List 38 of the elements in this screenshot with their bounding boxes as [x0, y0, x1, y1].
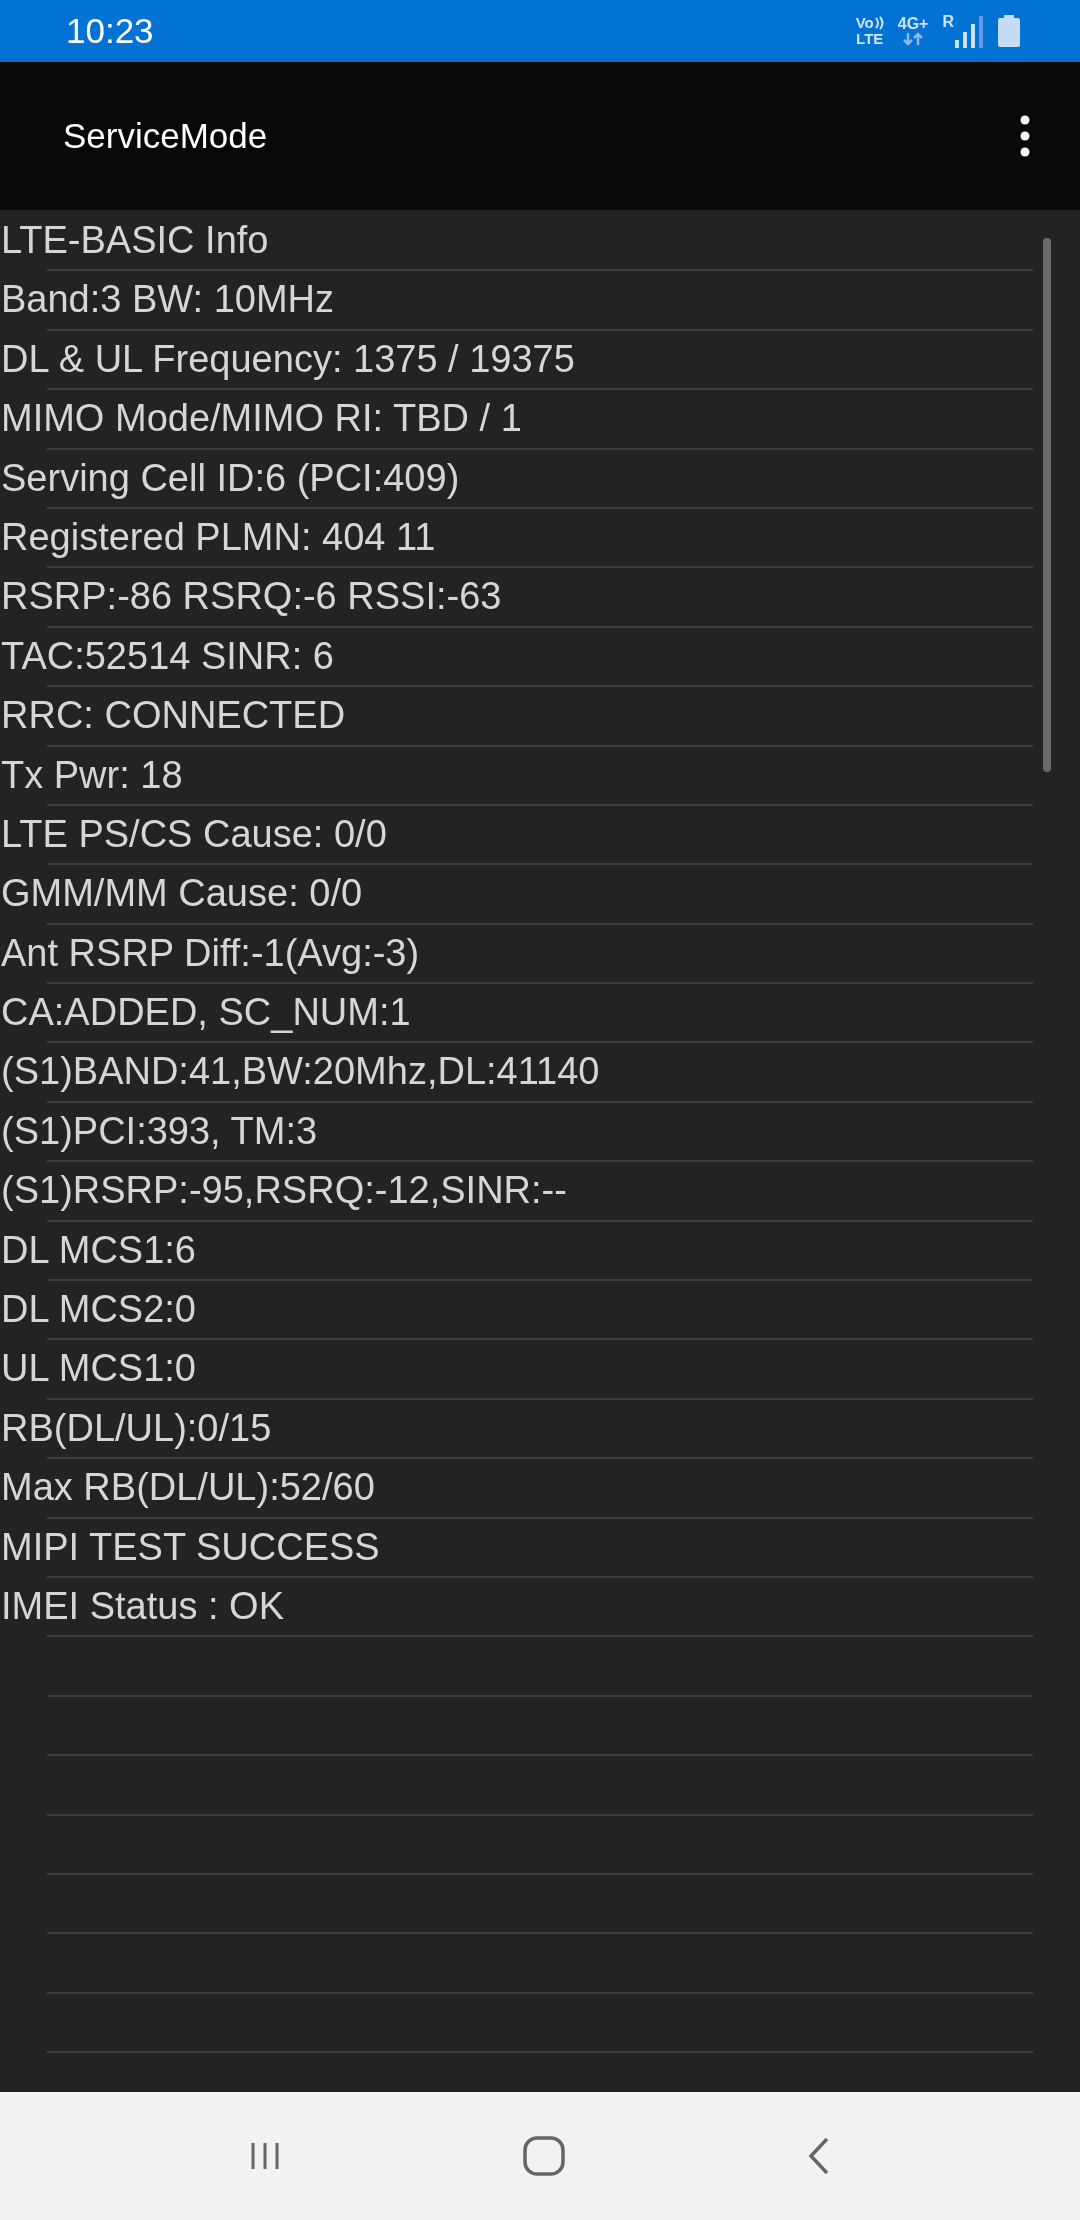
info-line: MIPI TEST SUCCESS	[0, 1525, 380, 1568]
app-title: ServiceMode	[63, 114, 268, 157]
battery-icon	[998, 15, 1020, 47]
info-line: RB(DL/UL):0/15	[0, 1406, 272, 1449]
info-line: RSRP:-86 RSRQ:-6 RSSI:-63	[0, 575, 502, 618]
info-line: MIMO Mode/MIMO RI: TBD / 1	[0, 397, 522, 440]
info-line: Band:3 BW: 10MHz	[0, 278, 334, 321]
volte-label: Vo	[855, 15, 874, 31]
info-line: Serving Cell ID:6 (PCI:409)	[0, 456, 460, 499]
status-time: 10:23	[66, 9, 154, 52]
info-line: Registered PLMN: 404 11	[0, 515, 436, 558]
info-line: CA:ADDED, SC_NUM:1	[0, 991, 411, 1034]
back-icon[interactable]	[808, 2137, 831, 2175]
info-line: IMEI Status : OK	[0, 1585, 284, 1627]
home-icon[interactable]	[523, 2136, 565, 2176]
signal-icon	[954, 14, 984, 48]
signal-waves-icon	[873, 16, 884, 30]
data-arrows-icon	[902, 32, 925, 46]
info-line: Tx Pwr: 18	[0, 753, 183, 796]
more-options-icon[interactable]	[1020, 115, 1030, 157]
info-line: Max RB(DL/UL):52/60	[0, 1466, 375, 1509]
info-line: RRC: CONNECTED	[0, 694, 346, 737]
info-line: UL MCS1:0	[0, 1347, 196, 1390]
info-line: Ant RSRP Diff:-1(Avg:-3)	[0, 931, 420, 974]
info-line: TAC:52514 SINR: 6	[0, 634, 334, 677]
roaming-label: R	[942, 14, 954, 30]
info-line: (S1)RSRP:-95,RSRQ:-12,SINR:--	[0, 1169, 567, 1212]
recent-apps-icon[interactable]	[249, 2141, 280, 2171]
info-line: LTE-BASIC Info	[0, 219, 269, 261]
info-line: GMM/MM Cause: 0/0	[0, 872, 363, 915]
info-line: LTE PS/CS Cause: 0/0	[0, 812, 387, 855]
network-type-label: 4G+	[897, 16, 929, 32]
info-line: (S1)PCI:393, TM:3	[0, 1109, 318, 1152]
info-line: DL MCS1:6	[0, 1228, 196, 1271]
info-line: DL MCS2:0	[0, 1288, 196, 1331]
info-line: DL & UL Frequency: 1375 / 19375	[0, 337, 575, 380]
info-line: (S1)BAND:41,BW:20Mhz,DL:41140	[0, 1050, 600, 1093]
volte-label: LTE	[856, 31, 884, 47]
